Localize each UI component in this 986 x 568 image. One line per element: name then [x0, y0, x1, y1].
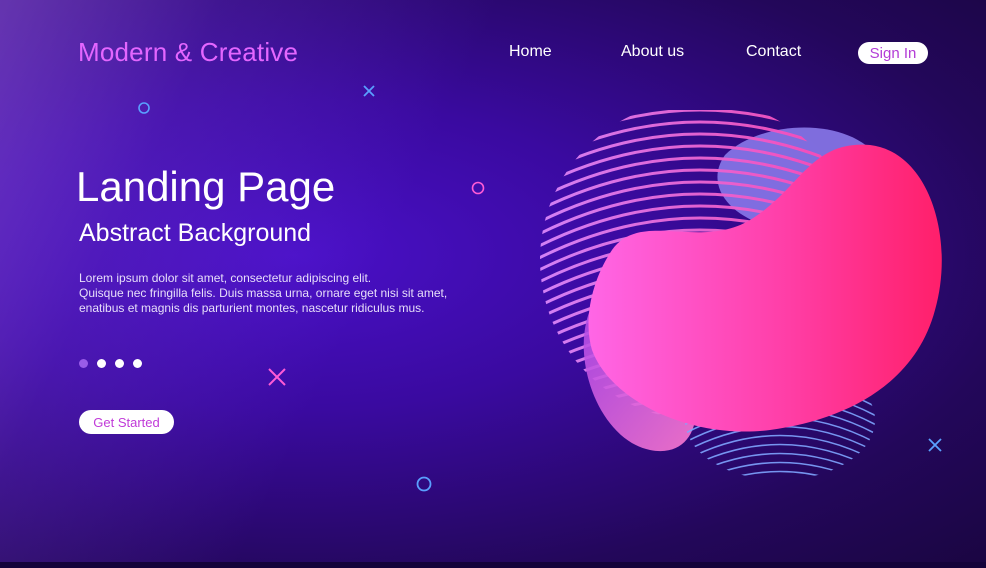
slider-dot[interactable] — [79, 359, 88, 368]
hero-subtitle: Abstract Background — [79, 219, 312, 247]
hero-title: Landing Page — [76, 163, 336, 210]
bottom-edge — [0, 562, 986, 568]
hero-description-line: enatibus et magnis dis parturient montes… — [79, 301, 425, 315]
stripe-line — [520, 422, 880, 472]
circle-outline-icon — [416, 476, 432, 492]
hero-description-line: Lorem ipsum dolor sit amet, consectetur … — [79, 271, 372, 285]
hero-description-line: Quisque nec fringilla felis. Duis massa … — [79, 286, 448, 300]
sign-in-button[interactable]: Sign In — [858, 42, 928, 64]
wave-line — [685, 470, 875, 480]
slider-dots — [79, 359, 142, 368]
slider-dot[interactable] — [133, 359, 142, 368]
nav-contact[interactable]: Contact — [746, 43, 801, 61]
x-mark-icon — [363, 85, 375, 97]
wave-line — [685, 461, 875, 480]
slider-dot[interactable] — [115, 359, 124, 368]
hero-description: Lorem ipsum dolor sit amet, consectetur … — [79, 271, 459, 316]
nav-home[interactable]: Home — [509, 43, 552, 61]
x-mark-icon — [268, 368, 286, 386]
nav-about-us[interactable]: About us — [621, 43, 684, 61]
circle-outline-icon — [138, 102, 150, 114]
get-started-button[interactable]: Get Started — [79, 410, 174, 434]
circle-outline-icon — [471, 181, 485, 195]
slider-dot[interactable] — [97, 359, 106, 368]
top-navigation: Home About us Contact — [0, 43, 986, 67]
abstract-fluid-shape — [520, 110, 942, 480]
